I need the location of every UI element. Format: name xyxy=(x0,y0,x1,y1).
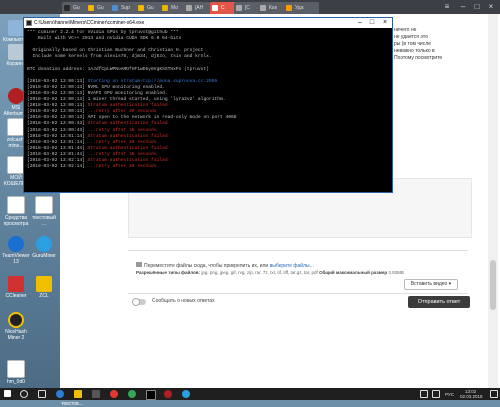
console-output: *** ccminer 2.2.4 for nVidia GPUs by tpr… xyxy=(27,30,389,188)
folder-icon[interactable] xyxy=(74,390,82,398)
allowed-formats: Разрешённые типы файлов: jpg, png, jpeg,… xyxy=(136,270,404,275)
text-line: не удается это xyxy=(394,34,428,40)
console-taskbar-icon[interactable] xyxy=(146,390,156,400)
app-icon[interactable] xyxy=(164,390,172,398)
favicon-icon xyxy=(64,5,70,11)
search-icon[interactable] xyxy=(20,390,28,398)
store-icon[interactable] xyxy=(92,390,100,398)
favicon-icon xyxy=(212,5,218,11)
favicon-icon xyxy=(112,5,118,11)
start-icon[interactable] xyxy=(4,390,11,397)
minimize-icon[interactable]: – xyxy=(456,2,470,12)
text-line: ничего не xyxy=(394,27,417,33)
choose-files-link[interactable]: выберите файлы... xyxy=(270,263,314,269)
scrollbar-thumb[interactable] xyxy=(490,260,496,310)
app-icon[interactable] xyxy=(182,390,190,398)
edge-icon[interactable] xyxy=(56,390,64,398)
send-reply-button[interactable]: Отправить ответ xyxy=(408,296,470,308)
favicon-icon xyxy=(138,5,144,11)
console-title-bar[interactable]: C:\Users\hanne\Miners\CCminer\ccminer-x6… xyxy=(24,18,392,28)
network-icon[interactable] xyxy=(420,390,428,398)
task-view-icon[interactable] xyxy=(38,390,46,398)
console-window: C:\Users\hanne\Miners\CCminer\ccminer-x6… xyxy=(23,17,393,193)
insert-video-button[interactable]: Вставить видео ▾ xyxy=(404,279,458,290)
console-icon xyxy=(26,20,32,26)
favicon-icon xyxy=(162,5,168,11)
favicon-icon xyxy=(286,5,292,11)
text-line: Поэтому посмотрите xyxy=(394,55,443,61)
attach-icon xyxy=(136,262,142,267)
maximize-icon[interactable]: □ xyxy=(470,2,484,12)
tab-bar: Gu Gu Sup Gu Мо [АН С [C Как Уда ≡ – □ × xyxy=(0,0,500,14)
notify-toggle[interactable] xyxy=(132,298,146,306)
clock-date[interactable]: 02.03.2018 xyxy=(460,394,483,399)
taskbar: РУС 13:02 02.03.2018 xyxy=(0,388,500,400)
text-line: ры (в том числе xyxy=(394,41,431,47)
maximize-icon[interactable]: □ xyxy=(366,18,378,28)
yandex-browser-icon[interactable] xyxy=(110,390,118,398)
notifications-icon[interactable] xyxy=(490,390,498,398)
scrollbar[interactable] xyxy=(488,14,498,388)
divider xyxy=(128,293,468,294)
right-column-text: ничего не не удается это ры (в том числе… xyxy=(394,27,494,62)
menu-icon[interactable]: ≡ xyxy=(440,2,454,12)
favicon-icon xyxy=(88,5,94,11)
browser-tab[interactable]: Уда xyxy=(284,2,319,14)
favicon-icon xyxy=(186,5,192,11)
close-icon[interactable]: × xyxy=(484,2,498,12)
console-line: [2018-03-02 13:02:14] ...retry after 30 … xyxy=(27,164,157,170)
favicon-icon xyxy=(260,5,266,11)
divider xyxy=(128,250,468,251)
minimize-icon[interactable]: – xyxy=(354,18,366,28)
notify-label: Сообщать о новых ответах xyxy=(152,298,215,304)
volume-icon[interactable] xyxy=(432,390,440,398)
text-line: неважно только в xyxy=(394,48,435,54)
favicon-icon xyxy=(236,5,242,11)
language-indicator[interactable]: РУС xyxy=(445,392,454,397)
chrome-icon[interactable] xyxy=(128,390,136,398)
attach-files-area[interactable]: Переместите файлы сюда, чтобы прикрепить… xyxy=(136,262,466,269)
console-title: C:\Users\hanne\Miners\CCminer\ccminer-x6… xyxy=(34,20,145,26)
close-icon[interactable]: × xyxy=(379,18,391,28)
